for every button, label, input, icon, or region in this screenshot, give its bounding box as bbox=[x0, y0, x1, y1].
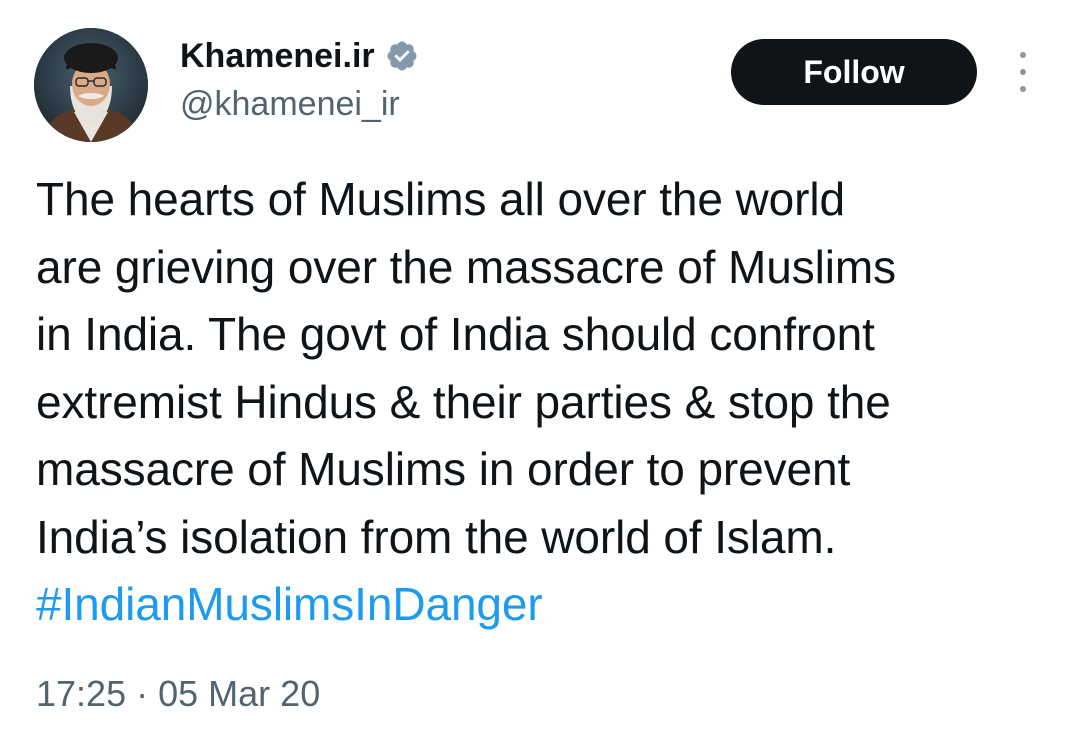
follow-button[interactable]: Follow bbox=[731, 39, 977, 105]
tweet-time: 17:25 bbox=[36, 673, 127, 714]
tweet-card: Khamenei.ir @khamenei_ir Follow The hear… bbox=[0, 0, 1080, 736]
tweet-text-line: in India. The govt of India should confr… bbox=[36, 308, 875, 360]
tweet-text-line: massacre of Muslims in order to prevent bbox=[36, 443, 851, 495]
verified-badge-icon bbox=[387, 41, 417, 71]
author-name-row: Khamenei.ir bbox=[180, 36, 419, 76]
tweet-text-line: are grieving over the massacre of Muslim… bbox=[36, 240, 896, 293]
tweet-date: 05 Mar 20 bbox=[158, 673, 321, 714]
tweet-timestamp[interactable]: 17:25 · 05 Mar 20 bbox=[36, 672, 320, 716]
tweet-text: The hearts of Muslims all over the world… bbox=[36, 166, 1056, 639]
more-dot bbox=[1020, 86, 1026, 92]
tweet-text-line: India’s isolation from the world of Isla… bbox=[36, 510, 837, 563]
avatar-portrait-image bbox=[34, 28, 148, 142]
hashtag-link[interactable]: #IndianMuslimsInDanger bbox=[36, 571, 1056, 639]
more-dot bbox=[1020, 69, 1026, 75]
author-handle[interactable]: @khamenei_ir bbox=[180, 84, 400, 124]
more-dot bbox=[1020, 52, 1026, 58]
tweet-text-line: The hearts of Muslims all over the world bbox=[36, 173, 845, 225]
author-display-name[interactable]: Khamenei.ir bbox=[180, 36, 375, 76]
timestamp-separator: · bbox=[136, 673, 149, 714]
tweet-text-line: extremist Hindus & their parties & stop … bbox=[36, 375, 891, 428]
avatar[interactable] bbox=[34, 28, 148, 142]
more-vertical-icon[interactable] bbox=[1008, 52, 1038, 92]
